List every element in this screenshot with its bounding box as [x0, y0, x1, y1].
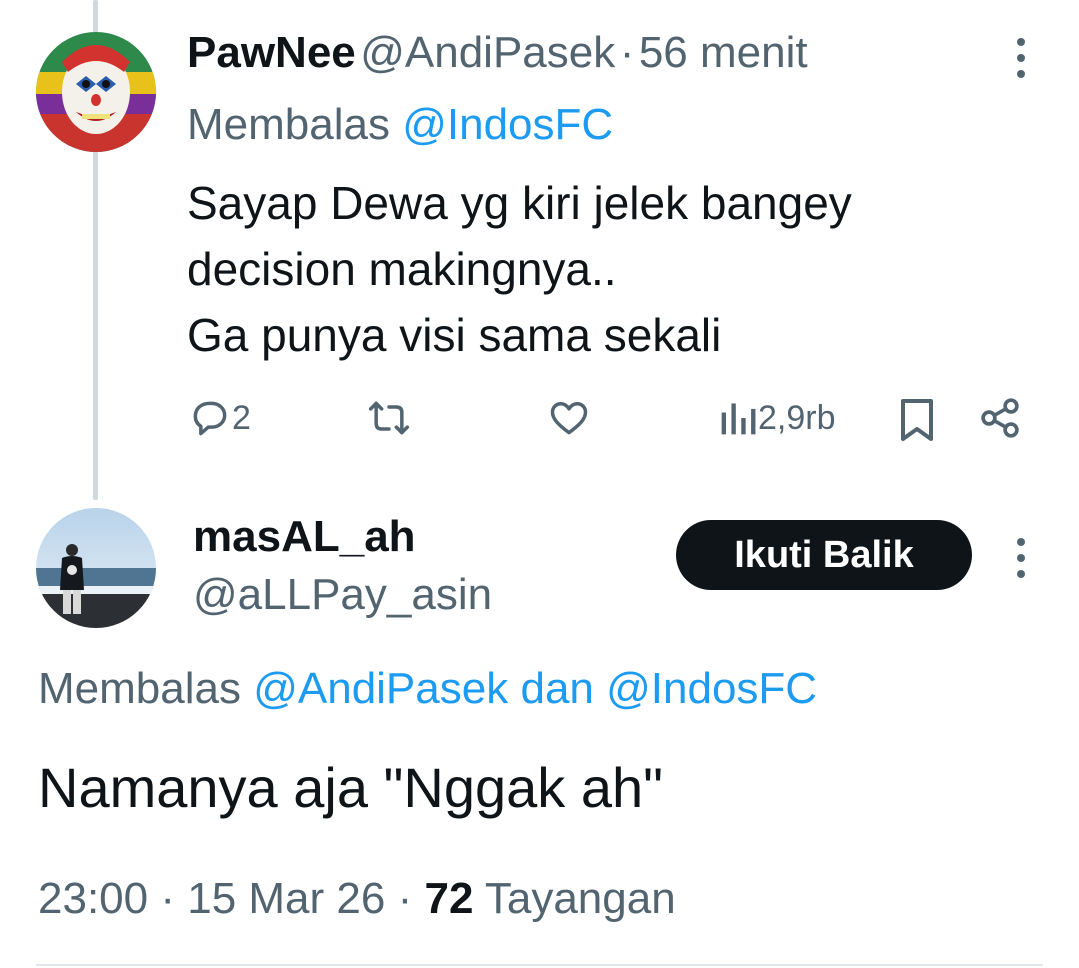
retweet-button[interactable] — [365, 396, 413, 440]
tweet-text-line: decision makingnya.. — [187, 243, 617, 295]
timestamp[interactable]: 56 menit — [639, 28, 808, 77]
display-name[interactable]: PawNee — [187, 28, 356, 77]
tweet-text-line: Sayap Dewa yg kiri jelek bangey — [187, 177, 852, 229]
handle[interactable]: @aLLPay_asin — [193, 568, 492, 622]
views-button[interactable]: 2,9rb — [718, 396, 836, 440]
share-button[interactable] — [978, 396, 1022, 440]
replying-to: Membalas @IndosFC — [187, 98, 613, 152]
handle[interactable]: @AndiPasek — [360, 28, 615, 77]
replying-to: Membalas @AndiPasek dan @IndosFC — [38, 662, 817, 716]
more-icon[interactable] — [1014, 538, 1028, 586]
views-count: 2,9rb — [758, 398, 836, 437]
tweet-header: PawNee @AndiPasek · 56 menit — [187, 26, 808, 90]
mention-link[interactable]: @AndiPasek — [253, 664, 508, 713]
tweet-text: Namanya aja "Nggak ah" — [38, 756, 663, 819]
more-icon[interactable] — [1014, 38, 1028, 86]
separator: · — [160, 874, 175, 923]
follow-back-button[interactable]: Ikuti Balik — [676, 520, 972, 590]
mention-link[interactable]: @IndosFC — [402, 100, 613, 149]
tweet-text-line: Ga punya visi sama sekali — [187, 309, 722, 361]
like-button[interactable] — [547, 396, 591, 440]
retweet-icon — [368, 401, 410, 435]
separator: · — [397, 874, 413, 923]
like-icon — [550, 401, 588, 435]
views-count[interactable]: 72 — [424, 874, 473, 923]
tweet-text: Sayap Dewa yg kiri jelek bangey decision… — [187, 170, 852, 368]
bookmark-button[interactable] — [897, 396, 937, 444]
tweet-time[interactable]: 23:00 — [38, 874, 148, 923]
mention-link[interactable]: @IndosFC — [606, 664, 817, 713]
reply-icon — [193, 401, 227, 436]
bookmark-icon — [901, 399, 933, 441]
divider — [36, 964, 1043, 966]
reply-count: 2 — [232, 398, 251, 437]
views-icon — [721, 403, 756, 435]
reply-button[interactable]: 2 — [188, 396, 251, 440]
views-label[interactable]: Tayangan — [485, 874, 676, 923]
replying-prefix: Membalas — [38, 664, 241, 713]
replying-prefix: Membalas — [187, 100, 390, 149]
replying-conjunction[interactable]: dan — [520, 664, 593, 713]
avatar[interactable] — [36, 508, 156, 628]
share-icon — [981, 398, 1019, 438]
avatar[interactable] — [36, 32, 156, 152]
display-name[interactable]: masAL_ah — [193, 510, 416, 564]
separator: · — [619, 28, 635, 77]
tweet-date[interactable]: 15 Mar 26 — [187, 874, 385, 923]
tweet-meta: 23:00 · 15 Mar 26 · 72 Tayangan — [38, 870, 676, 928]
